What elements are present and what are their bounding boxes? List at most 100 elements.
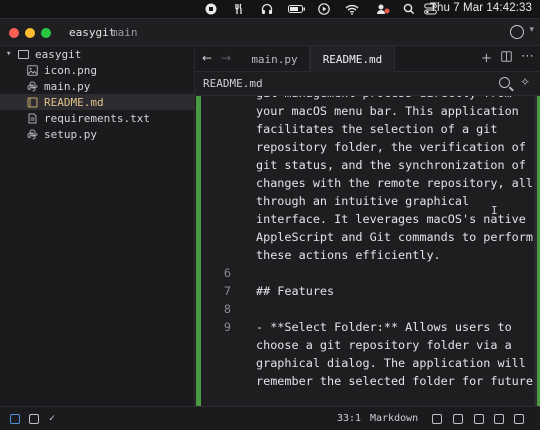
line-text: facilitates the selection of a git	[256, 122, 498, 136]
tab-label: README.md	[322, 52, 383, 66]
code-line[interactable]: choose a git repository folder via a	[195, 338, 535, 356]
language-mode[interactable]: Markdown	[370, 413, 418, 424]
tree-file-requirements-txt[interactable]: requirements.txt	[0, 110, 194, 126]
line-number: 9	[223, 320, 231, 334]
line-text: your macOS menu bar. This application	[256, 104, 519, 118]
line-text: remember the selected folder for future	[256, 374, 533, 388]
macos-menu-bar: Thu 7 Mar 14:42:33	[0, 0, 540, 18]
tree-file-readme-md[interactable]: README.md	[0, 94, 194, 110]
code-line[interactable]: through an intuitive graphical	[195, 194, 535, 212]
code-line[interactable]: AppleScript and Git commands to perform	[195, 230, 535, 248]
chevron-down-icon: ▾	[6, 49, 12, 59]
line-text: through an intuitive graphical	[256, 194, 470, 208]
diagnostics-check-icon[interactable]: ✓	[49, 413, 55, 424]
line-text: graphical dialog. The application will	[256, 356, 526, 370]
close-window-button[interactable]	[9, 28, 19, 38]
breadcrumb-bar: README.md ✧	[195, 72, 540, 96]
python-icon	[26, 80, 38, 92]
code-editor[interactable]: git management process directly from your…	[195, 96, 540, 406]
chat-icon[interactable]	[432, 414, 442, 424]
line-text: these actions efficiently.	[256, 248, 441, 262]
minimize-window-button[interactable]	[25, 28, 35, 38]
editor-tab-bar: ← → main.py README.md + ⋯	[195, 46, 540, 72]
notifications-icon[interactable]	[494, 414, 504, 424]
fork-knife-icon[interactable]	[233, 3, 245, 15]
tree-folder-root[interactable]: ▾ easygit	[0, 46, 194, 62]
branch-name[interactable]: main	[111, 26, 138, 39]
outline-panel-icon[interactable]	[29, 414, 39, 424]
account-icon[interactable]	[510, 25, 524, 39]
code-line[interactable]: remember the selected folder for future	[195, 374, 535, 392]
line-number: 7	[223, 284, 231, 298]
file-label: requirements.txt	[44, 111, 150, 125]
line-text: repository folder, the verification of	[256, 140, 526, 154]
line-text: git status, and the synchronization of	[256, 158, 526, 172]
chevron-down-icon[interactable]: ▾	[529, 25, 534, 35]
folder-label: easygit	[35, 47, 82, 61]
back-arrow-icon[interactable]: ←	[202, 51, 212, 65]
code-line[interactable]: repository folder, the verification of	[195, 140, 535, 158]
python-icon	[26, 128, 38, 140]
line-text: - **Select Folder:** Allows users to	[256, 320, 512, 334]
file-label: README.md	[44, 95, 104, 109]
line-text: AppleScript and Git commands to perform	[256, 230, 533, 244]
assistant-sparkle-icon[interactable]: ✧	[520, 75, 530, 89]
mouse-text-cursor: I	[491, 204, 498, 217]
code-line[interactable]: these actions efficiently.	[195, 248, 535, 266]
line-text: interface. It leverages macOS's native	[256, 212, 526, 226]
wifi-icon[interactable]	[345, 3, 359, 15]
line-number: 6	[223, 266, 231, 280]
file-label: setup.py	[44, 127, 97, 141]
zoom-window-button[interactable]	[41, 28, 51, 38]
book-icon	[26, 96, 38, 108]
project-name[interactable]: easygit	[69, 26, 115, 39]
file-label: icon.png	[44, 63, 97, 77]
project-panel: ▾ easygit icon.png main.py README.md req…	[0, 46, 195, 406]
search-icon[interactable]	[403, 3, 415, 15]
tree-file-icon-png[interactable]: icon.png	[0, 62, 194, 78]
code-line[interactable]: git management process directly from	[195, 96, 535, 104]
text-file-icon	[26, 112, 38, 124]
cursor-position[interactable]: 33:1	[337, 413, 361, 424]
code-line[interactable]: 8	[195, 302, 535, 320]
tab-label: main.py	[251, 52, 298, 66]
split-pane-icon[interactable]	[501, 51, 512, 66]
code-line[interactable]: changes with the remote repository, all	[195, 176, 535, 194]
play-circle-icon[interactable]	[318, 3, 330, 15]
project-panel-toggle-icon[interactable]	[10, 414, 20, 424]
feedback-icon[interactable]	[514, 414, 524, 424]
code-line[interactable]: facilitates the selection of a git	[195, 122, 535, 140]
line-text: git management process directly from	[256, 96, 512, 100]
code-line[interactable]: 9 - **Select Folder:** Allows users to	[195, 320, 535, 338]
line-text: ## Features	[256, 284, 335, 298]
search-icon[interactable]	[499, 77, 510, 88]
tab-readme-md[interactable]: README.md	[310, 46, 395, 72]
editor-window: easygit main ▾ ▾ easygit icon.png main.p…	[0, 18, 540, 430]
record-icon[interactable]	[205, 3, 217, 15]
line-text: changes with the remote repository, all	[256, 176, 533, 190]
terminal-icon[interactable]	[453, 414, 463, 424]
battery-icon[interactable]	[288, 3, 306, 15]
tab-main-py[interactable]: main.py	[240, 46, 310, 72]
user-switch-icon[interactable]	[376, 3, 390, 15]
code-line[interactable]: graphical dialog. The application will	[195, 356, 535, 374]
tree-file-setup-py[interactable]: setup.py	[0, 126, 194, 142]
tree-file-main-py[interactable]: main.py	[0, 78, 194, 94]
new-tab-plus-icon[interactable]: +	[481, 51, 492, 66]
forward-arrow-icon[interactable]: →	[221, 51, 231, 65]
code-line[interactable]: your macOS menu bar. This application	[195, 104, 535, 122]
status-bar: ✓ 33:1 Markdown	[0, 406, 540, 430]
breadcrumb[interactable]: README.md	[203, 77, 263, 90]
assistant-icon[interactable]	[474, 414, 484, 424]
line-number: 8	[223, 302, 231, 316]
code-line[interactable]: 7 ## Features	[195, 284, 535, 302]
headphones-icon[interactable]	[261, 3, 273, 15]
menubar-clock[interactable]: Thu 7 Mar 14:42:33	[430, 2, 532, 14]
code-line[interactable]: git status, and the synchronization of	[195, 158, 535, 176]
code-line[interactable]: interface. It leverages macOS's native	[195, 212, 535, 230]
folder-icon	[18, 49, 29, 59]
image-icon	[26, 64, 38, 76]
line-text: choose a git repository folder via a	[256, 338, 512, 352]
more-options-icon[interactable]: ⋯	[521, 49, 534, 64]
code-line[interactable]: 6	[195, 266, 535, 284]
